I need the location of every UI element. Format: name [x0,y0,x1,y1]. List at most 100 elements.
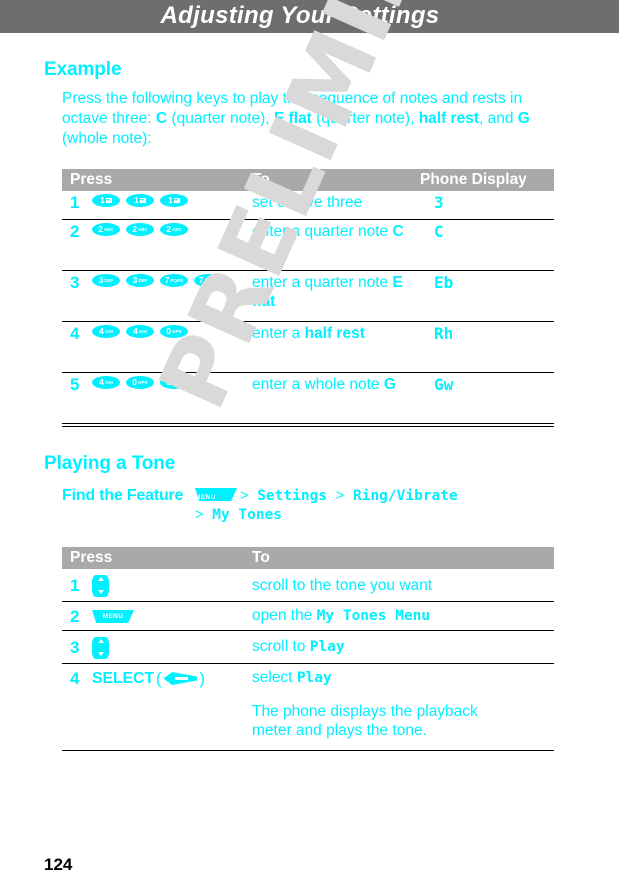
to-emphasis: My Tones Menu [316,608,431,624]
table-cell-press: 3 3 DEF 3 DEF 7 PQRS 7 PQRS [62,273,252,319]
table-cell-press: 1 [62,571,252,599]
note-g: G [517,110,530,127]
keypad-key-1-icon[interactable]: 1 [92,194,120,207]
keypad-key-1-icon[interactable]: 1 [126,194,154,207]
path-separator-3: > [195,507,204,523]
keypad-letters: PQRS [170,278,184,283]
keypad-letters: ABC [137,227,148,232]
keypad-digit: 3 [98,275,104,286]
find-the-feature-block: Find the Feature MENU > Settings > Ring/V… [62,487,554,525]
table-cell-press: 3 [62,633,252,661]
key-sequence [92,574,109,597]
table2-header-row: Press To [62,547,554,569]
select-softkey-button[interactable]: SELECT () [92,669,205,689]
keypad-digit: 2 [98,224,103,235]
to-text: set octave three [252,194,363,211]
paragraph-suffix: (whole note): [62,130,152,147]
keypad-key-0-icon[interactable]: 0 OPR [126,376,154,389]
keypad-digit: 2 [166,224,171,235]
keypad-digit: 1 [168,195,173,206]
step-number: 3 [70,637,80,657]
to-text: enter a quarter note [252,274,393,291]
key-sequence: SELECT () [92,668,205,689]
to-text: select [252,669,297,686]
keypad-digit: 2 [132,224,137,235]
table-cell-to: open the My Tones Menu [252,606,546,626]
page-number: 124 [44,855,73,874]
step-number: 1 [70,575,80,595]
softkey-dash [174,677,188,680]
keypad-key-2-icon[interactable]: 2 ABC [126,223,154,236]
to-text: open the [252,607,317,624]
page-content: Example Press the following keys to play… [0,33,619,751]
table2-col-to: To [252,549,270,566]
keypad-digit: 4 [99,326,104,337]
note-e-flat: E flat [273,110,312,127]
table1-col-to: To [252,171,270,188]
keypad-letters: OPR [137,380,148,385]
envelope-icon [105,198,112,203]
keypad-key-7-icon[interactable]: 7 PQRS [194,274,222,287]
keypad-key-4-icon[interactable]: 4 GHI [126,325,154,338]
scroll-key-icon[interactable] [92,574,109,597]
example-paragraph: Press the following keys to play this se… [62,89,554,149]
table-row: 4 SELECT () select Play [62,664,554,692]
keypad-key-1-icon[interactable]: 1 [160,194,188,207]
table-row: 2 2 ABC 2 ABC 2 ABC enter a quarter note CC [62,220,554,271]
table-cell-to: set octave three [252,193,420,217]
find-the-feature-label: Find the Feature [62,487,184,504]
to-emphasis: Play [309,639,345,655]
menu-key-icon[interactable]: MENU [92,610,134,623]
step-number: 2 [70,222,80,241]
keypad-letters: ABC [103,227,114,232]
select-softkey-label: SELECT [92,669,154,687]
chevron-down-icon [97,590,104,594]
table-cell-to: scroll to the tone you want [252,576,546,595]
note-c: C [155,110,168,127]
scroll-key-icon[interactable] [92,636,109,659]
table-row: 5 4 GHI 0 OPR 0 OPR enter a whole note G Gw [62,373,554,424]
keypad-key-3-icon[interactable]: 3 DEF [92,274,120,287]
table-cell-phone-display: Gw [434,375,454,394]
keypad-digit: 0 [132,377,137,388]
key-sequence: 4 GHI 0 OPR 0 OPR [92,375,188,389]
note-half-rest: half rest [418,110,479,127]
keypad-letters: GHI [104,329,113,334]
step-number: 3 [70,273,80,292]
to-emphasis: Play [296,670,332,686]
note-row-spacer [62,702,252,748]
keypad-key-0-icon[interactable]: 0 OPR [160,325,188,338]
keypad-key-4-icon[interactable]: 4 GHI [92,325,120,338]
softkey-glyph-icon [163,672,198,685]
keypad-key-0-icon[interactable]: 0 OPR [160,376,188,389]
keypad-key-4-icon[interactable]: 4 GHI [92,376,120,389]
table-row: 1 scroll to the tone you want [62,569,554,602]
step-number: 5 [70,375,80,394]
keypad-digit: 1 [134,195,139,206]
keypad-digit: 0 [166,377,171,388]
keypad-key-2-icon[interactable]: 2 ABC [92,223,120,236]
table-cell-press: 5 4 GHI 0 OPR 0 OPR [62,375,252,421]
keypad-letters: GHI [104,380,113,385]
menu-key-icon[interactable]: MENU [195,488,237,501]
keypad-letters: GHI [138,329,147,334]
keypad-letters: ABC [171,227,182,232]
paren-open: ( [155,668,162,688]
keypad-digit: 0 [166,326,171,337]
table-row: 3 3 DEF 3 DEF 7 PQRS 7 PQRS enter a quarter note … [62,271,554,322]
step-number: 2 [70,606,80,626]
keypad-digit: 1 [100,195,105,206]
to-emphasis: G [383,376,396,393]
to-text: enter a whole note [252,376,384,393]
table2-body: 1 scroll to the tone you want 2 MENU open th… [62,569,554,751]
key-sequence: 3 DEF 3 DEF 7 PQRS 7 PQRS [92,273,222,287]
table1-header-row: Press To Phone Display [62,169,554,191]
table-cell-to: select Play [252,668,546,688]
table-cell-press: 1 1 1 1 [62,193,252,217]
keypad-key-7-icon[interactable]: 7 PQRS [160,274,188,287]
keypad-key-2-icon[interactable]: 2 ABC [160,223,188,236]
keypad-digit: 3 [132,275,138,286]
table-row: 4 4 GHI 4 GHI 0 OPR enter a half rest Rh [62,322,554,373]
envelope-icon [173,198,180,203]
keypad-key-3-icon[interactable]: 3 DEF [126,274,154,287]
